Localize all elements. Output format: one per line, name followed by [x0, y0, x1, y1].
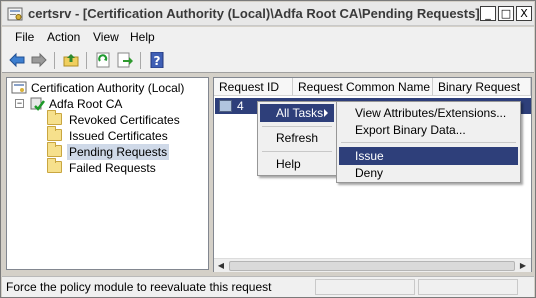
- help-icon[interactable]: ?: [148, 52, 166, 68]
- menu-item-issue[interactable]: Issue: [339, 147, 518, 165]
- tree-item-pending[interactable]: Pending Requests: [47, 142, 207, 160]
- tree-item-label: Revoked Certificates: [69, 113, 180, 127]
- menu-item-label: All Tasks: [276, 106, 324, 120]
- console-tree[interactable]: Certification Authority (Local) − Adfa R…: [6, 77, 209, 270]
- menu-help[interactable]: Help: [130, 30, 155, 44]
- status-panel: [315, 279, 415, 295]
- menu-item-all-tasks[interactable]: All Tasks: [260, 104, 334, 122]
- forward-arrow-icon[interactable]: [30, 52, 48, 68]
- column-header-request-id[interactable]: Request ID: [214, 78, 293, 96]
- all-tasks-submenu: View Attributes/Extensions... Export Bin…: [336, 101, 521, 183]
- menu-item-label: Deny: [355, 166, 384, 180]
- menu-item-help[interactable]: Help: [260, 155, 334, 173]
- tree-item-label: Issued Certificates: [69, 129, 168, 143]
- tree-item-failed[interactable]: Failed Requests: [47, 158, 207, 176]
- menu-action[interactable]: Action: [47, 30, 80, 44]
- row-request-id: 4: [237, 99, 244, 113]
- menu-item-label: Help: [276, 157, 301, 171]
- menu-item-label: Issue: [355, 149, 384, 163]
- mmc-window: certsrv - [Certification Authority (Loca…: [0, 0, 536, 298]
- request-icon: [219, 100, 232, 112]
- status-bar: Force the policy module to reevaluate th…: [2, 276, 534, 297]
- tree-item-revoked[interactable]: Revoked Certificates: [47, 110, 207, 128]
- menu-separator: [262, 151, 332, 152]
- horizontal-scrollbar[interactable]: ◀ ▶: [214, 258, 531, 272]
- scroll-right-icon[interactable]: ▶: [516, 259, 530, 272]
- title-bar[interactable]: certsrv - [Certification Authority (Loca…: [2, 2, 534, 26]
- tree-item-label: Failed Requests: [69, 161, 156, 175]
- tree-root-label: Certification Authority (Local): [31, 81, 185, 95]
- status-text: Force the policy module to reevaluate th…: [6, 280, 272, 294]
- scroll-thumb[interactable]: [229, 261, 515, 271]
- folder-icon: [47, 110, 62, 125]
- menu-item-deny[interactable]: Deny: [339, 164, 518, 182]
- svg-text:?: ?: [154, 54, 161, 68]
- menu-separator: [341, 142, 516, 143]
- minimize-button[interactable]: _: [480, 6, 496, 21]
- folder-icon: [47, 158, 62, 173]
- toolbar-separator: [140, 52, 141, 69]
- menu-item-refresh[interactable]: Refresh: [260, 129, 334, 147]
- ca-server-check-icon: [30, 97, 45, 111]
- tree-root[interactable]: Certification Authority (Local): [11, 80, 201, 96]
- menu-item-export-binary[interactable]: Export Binary Data...: [339, 121, 518, 139]
- status-panel: [418, 279, 518, 295]
- tree-item-issued[interactable]: Issued Certificates: [47, 126, 207, 144]
- certsrv-app-icon: [7, 7, 23, 21]
- toolbar: ?: [2, 48, 534, 73]
- tree-item-ca[interactable]: − Adfa Root CA: [15, 96, 195, 112]
- context-menu: All Tasks Refresh Help: [257, 101, 337, 176]
- certification-authority-icon: [11, 81, 27, 94]
- collapse-toggle-icon[interactable]: −: [15, 99, 24, 108]
- column-header-common-name[interactable]: Request Common Name: [293, 78, 433, 96]
- tree-item-label-selected: Pending Requests: [67, 144, 170, 160]
- column-header-binary-request[interactable]: Binary Request: [433, 78, 531, 96]
- tree-item-ca-label: Adfa Root CA: [49, 97, 123, 111]
- close-button[interactable]: X: [516, 6, 532, 21]
- menu-file[interactable]: File: [15, 30, 34, 44]
- folder-icon: [47, 126, 62, 141]
- scroll-left-icon[interactable]: ◀: [214, 259, 228, 272]
- toolbar-separator: [86, 52, 87, 69]
- folder-icon: [47, 142, 62, 157]
- back-arrow-icon[interactable]: [8, 52, 26, 68]
- menu-separator: [262, 126, 332, 127]
- menu-view[interactable]: View: [93, 30, 119, 44]
- menu-item-label: View Attributes/Extensions...: [355, 106, 507, 120]
- submenu-arrow-icon: [324, 109, 328, 117]
- menu-bar: File Action View Help: [2, 27, 534, 48]
- maximize-button[interactable]: □: [498, 6, 514, 21]
- menu-item-label: Refresh: [276, 131, 319, 145]
- up-folder-icon[interactable]: [62, 52, 80, 68]
- menu-item-label: Export Binary Data...: [355, 123, 466, 137]
- toolbar-separator: [54, 52, 55, 69]
- window-title: certsrv - [Certification Authority (Loca…: [28, 6, 480, 21]
- menu-item-view-attributes[interactable]: View Attributes/Extensions...: [339, 104, 518, 122]
- refresh-icon[interactable]: [94, 52, 112, 68]
- export-icon[interactable]: [116, 52, 134, 68]
